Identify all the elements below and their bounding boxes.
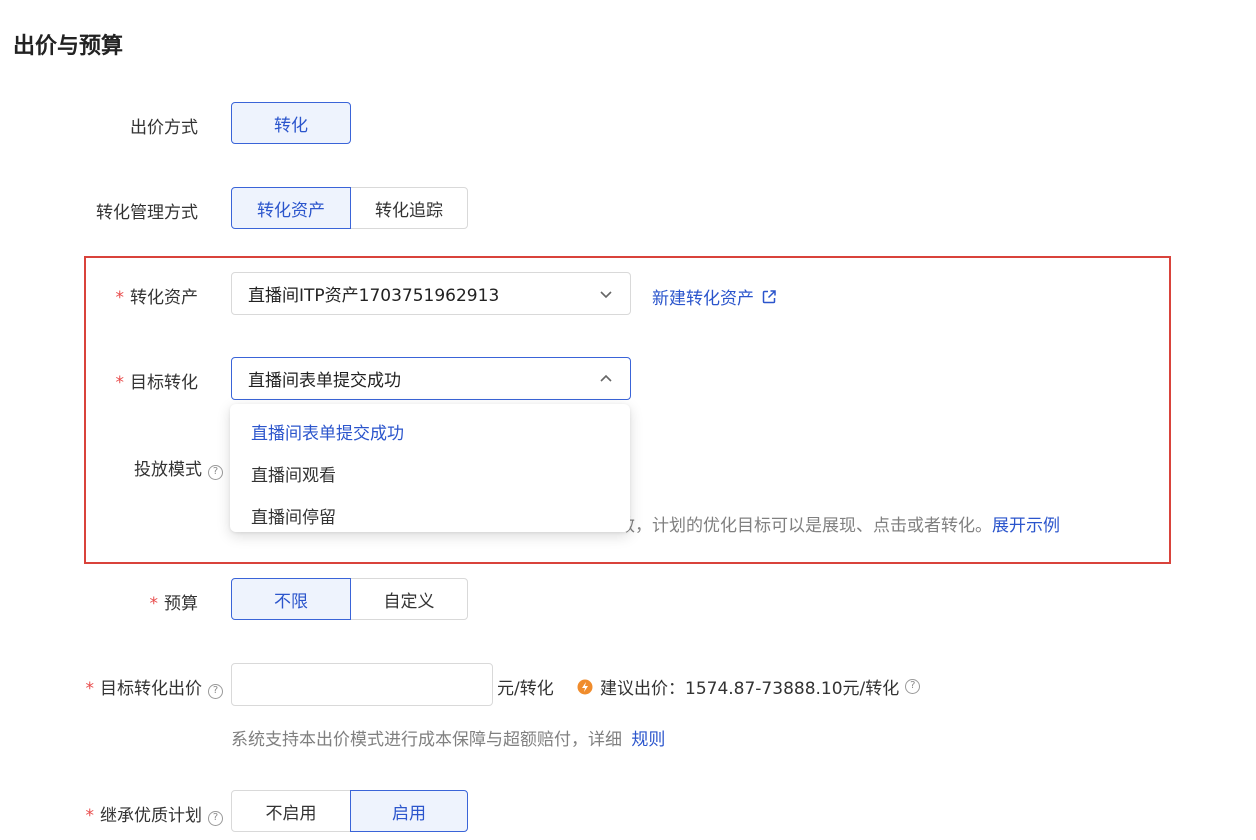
bid-method-segment: 转化 [231, 102, 351, 144]
required-mark: * [149, 594, 159, 614]
new-conversion-asset-link[interactable]: 新建转化资产 [652, 284, 777, 309]
bid-method-conversion-button[interactable]: 转化 [231, 102, 351, 144]
budget-label-text: 预算 [164, 594, 198, 614]
section-title: 出价与预算 [13, 34, 124, 59]
conversion-asset-label-text: 转化资产 [130, 288, 198, 308]
help-icon[interactable]: ? [905, 679, 921, 694]
external-link-icon [762, 289, 776, 303]
budget-custom-button[interactable]: 自定义 [350, 578, 468, 620]
target-conversion-dropdown: 直播间表单提交成功 直播间观看 直播间停留 [230, 404, 630, 532]
inherit-plan-label-text: 继承优质计划 [100, 806, 202, 826]
budget-label: * 预算 [150, 589, 199, 614]
inherit-plan-label: * 继承优质计划? [85, 801, 223, 826]
new-conversion-asset-link-text: 新建转化资产 [652, 289, 754, 309]
delivery-mode-label-text: 投放模式 [134, 460, 202, 480]
suggested-bid: 建议出价： 1574.87-73888.10元/转化? [577, 674, 921, 699]
required-mark: * [85, 806, 95, 826]
dropdown-option-stay[interactable]: 直播间停留 [230, 494, 630, 536]
dropdown-option-form-submit[interactable]: 直播间表单提交成功 [230, 410, 630, 452]
target-bid-label: * 目标转化出价? [85, 674, 223, 699]
target-conversion-select[interactable]: 直播间表单提交成功 [231, 357, 631, 400]
expand-example-link[interactable]: 展开示例 [992, 516, 1060, 536]
conversion-mgmt-segment: 转化资产 转化追踪 [231, 187, 468, 229]
chevron-up-icon [600, 374, 612, 382]
inherit-plan-segment: 不启用 启用 [231, 790, 468, 832]
help-icon[interactable]: ? [208, 684, 223, 699]
conversion-asset-value: 直播间ITP资产1703751962913 [248, 286, 500, 306]
conversion-asset-label: * 转化资产 [116, 283, 199, 308]
target-bid-input[interactable] [231, 663, 493, 706]
lightning-icon [577, 679, 593, 694]
conversion-asset-select[interactable]: 直播间ITP资产1703751962913 [231, 272, 631, 315]
bid-method-label: 出价方式 [130, 118, 198, 138]
target-bid-note-text: 系统支持本出价模式进行成本保障与超额赔付，详细 [231, 730, 622, 750]
dropdown-option-watch[interactable]: 直播间观看 [230, 452, 630, 494]
target-bid-label-text: 目标转化出价 [100, 679, 202, 699]
required-mark: * [85, 679, 95, 699]
chevron-down-icon [600, 290, 612, 298]
required-mark: * [115, 288, 125, 308]
target-conversion-value: 直播间表单提交成功 [248, 371, 401, 391]
inherit-disable-button[interactable]: 不启用 [231, 790, 351, 832]
help-icon[interactable]: ? [208, 811, 223, 826]
delivery-mode-hint-text: 效，计划的优化目标可以是展现、点击或者转化。 [618, 516, 992, 536]
target-bid-unit: 元/转化 [497, 679, 554, 699]
rules-link[interactable]: 规则 [631, 730, 665, 750]
target-conversion-label-text: 目标转化 [130, 373, 198, 393]
target-bid-note: 系统支持本出价模式进行成本保障与超额赔付，详细 规则 [231, 725, 665, 750]
conversion-asset-option-button[interactable]: 转化资产 [231, 187, 351, 229]
target-conversion-label: * 目标转化 [116, 368, 199, 393]
delivery-mode-label: 投放模式? [134, 455, 223, 480]
budget-segment: 不限 自定义 [231, 578, 468, 620]
conversion-tracking-option-button[interactable]: 转化追踪 [350, 187, 468, 229]
inherit-enable-button[interactable]: 启用 [350, 790, 468, 832]
delivery-mode-hint: 效，计划的优化目标可以是展现、点击或者转化。展开示例 [618, 511, 1060, 536]
suggested-bid-prefix: 建议出价： [600, 679, 685, 699]
required-mark: * [115, 373, 125, 393]
suggested-bid-value: 1574.87-73888.10元/转化 [685, 679, 900, 699]
budget-unlimited-button[interactable]: 不限 [231, 578, 351, 620]
help-icon[interactable]: ? [208, 465, 223, 480]
conversion-mgmt-label: 转化管理方式 [96, 203, 198, 223]
